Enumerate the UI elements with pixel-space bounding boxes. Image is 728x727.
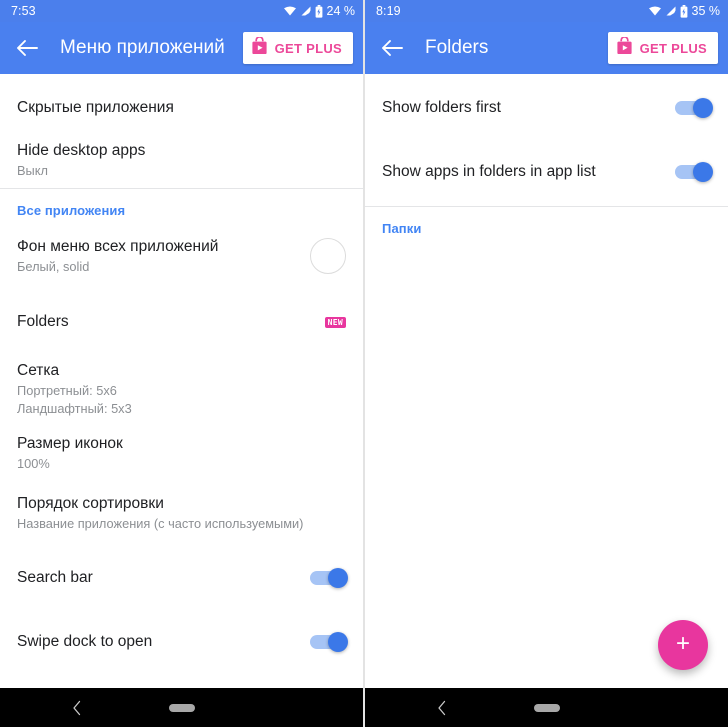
row-subtitle: Название приложения (с часто используемы… xyxy=(17,516,304,532)
right-navigation-bar xyxy=(365,688,728,727)
status-time: 7:53 xyxy=(11,3,36,18)
list-item-all-apps-background[interactable]: Фон меню всех приложений Белый, solid xyxy=(0,228,363,284)
row-title: Folders xyxy=(17,313,69,331)
wifi-icon xyxy=(283,5,297,17)
nav-home-pill[interactable] xyxy=(168,703,195,712)
right-settings-list: Show folders first Show apps in folders … xyxy=(365,74,728,688)
list-item-swipe-dock-to-open[interactable]: Swipe dock to open xyxy=(0,618,363,666)
toggle-show-folders-first[interactable] xyxy=(675,98,713,118)
battery-icon xyxy=(680,4,688,18)
list-item-hide-desktop-apps[interactable]: Hide desktop apps Выкл xyxy=(0,132,363,188)
row-text: Фон меню всех приложений Белый, solid xyxy=(17,237,218,276)
page-title: Меню приложений xyxy=(60,37,225,58)
row-subtitle: 100% xyxy=(17,456,50,472)
nav-home-pill[interactable] xyxy=(533,703,560,712)
toggle-search-bar[interactable] xyxy=(310,568,348,588)
section-header-folders: Папки xyxy=(382,221,422,236)
list-item-hidden-apps[interactable]: Скрытые приложения xyxy=(0,84,363,132)
nav-back-chevron-icon[interactable] xyxy=(72,700,82,716)
status-icon-group: 24 % xyxy=(283,3,356,18)
row-title: Порядок сортировки xyxy=(17,494,164,512)
row-title: Show apps in folders in app list xyxy=(382,163,596,181)
row-gap xyxy=(0,602,363,618)
row-text: Hide desktop apps Выкл xyxy=(17,141,145,180)
right-status-bar: 8:19 35 % xyxy=(365,0,728,22)
left-navigation-bar xyxy=(0,688,363,727)
toggle-show-apps-in-folders[interactable] xyxy=(675,162,713,182)
status-icon-group: 35 % xyxy=(648,3,721,18)
signal-icon xyxy=(300,5,312,17)
row-subtitle: Белый, solid xyxy=(17,259,90,275)
row-text: Folders xyxy=(17,312,69,331)
color-swatch-circle[interactable] xyxy=(310,238,346,274)
battery-percent: 24 % xyxy=(326,3,356,18)
list-item-search-bar[interactable]: Search bar xyxy=(0,554,363,602)
row-text: Show folders first xyxy=(382,98,501,117)
row-text: Search bar xyxy=(17,568,93,587)
signal-icon xyxy=(665,5,677,17)
row-title: Скрытые приложения xyxy=(17,99,174,117)
list-top-spacer xyxy=(365,74,728,84)
row-title: Swipe dock to open xyxy=(17,633,153,651)
toggle-knob xyxy=(328,632,348,652)
row-subtitle: Выкл xyxy=(17,163,48,179)
row-gap xyxy=(0,478,363,488)
get-plus-label: GET PLUS xyxy=(639,40,707,56)
row-gap xyxy=(0,418,363,428)
row-title: Show folders first xyxy=(382,99,501,117)
row-title: Фон меню всех приложений xyxy=(17,237,219,255)
section-header-all-apps: Все приложения xyxy=(17,203,126,218)
dual-screenshot-container: 7:53 24 % Меню приложений GET PLUS Скрыт… xyxy=(0,0,728,727)
list-item-icon-size[interactable]: Размер иконок 100% xyxy=(0,428,363,478)
right-phone-screen: 8:19 35 % Folders GET PLUS Show folders … xyxy=(364,0,728,727)
list-item-grid[interactable]: Сетка Портретный: 5x6 Ландшафтный: 5x3 xyxy=(0,360,363,418)
add-folder-fab[interactable]: + xyxy=(658,620,708,670)
plus-icon: + xyxy=(675,629,690,657)
toggle-knob xyxy=(328,568,348,588)
new-badge: NEW xyxy=(324,316,346,328)
left-app-bar: Меню приложений GET PLUS xyxy=(0,22,363,74)
left-settings-list: Скрытые приложения Hide desktop apps Вык… xyxy=(0,74,363,688)
left-phone-screen: 7:53 24 % Меню приложений GET PLUS Скрыт… xyxy=(0,0,364,727)
right-app-bar: Folders GET PLUS xyxy=(365,22,728,74)
row-text: Порядок сортировки Название приложения (… xyxy=(17,494,303,533)
status-time: 8:19 xyxy=(376,3,401,18)
row-gap xyxy=(0,284,363,300)
row-text: Размер иконок 100% xyxy=(17,434,123,473)
list-item-show-apps-in-folders[interactable]: Show apps in folders in app list xyxy=(365,148,728,196)
row-text: Сетка Портретный: 5x6 Ландшафтный: 5x3 xyxy=(17,361,132,417)
toggle-swipe-dock[interactable] xyxy=(310,632,348,652)
row-gap xyxy=(365,132,728,148)
row-gap xyxy=(0,344,363,360)
page-title: Folders xyxy=(425,37,489,58)
back-arrow-icon[interactable] xyxy=(379,35,405,61)
toggle-knob xyxy=(693,98,713,118)
battery-icon xyxy=(315,4,323,18)
toggle-knob xyxy=(693,162,713,182)
list-item-show-folders-first[interactable]: Show folders first xyxy=(365,84,728,132)
row-text: Swipe dock to open xyxy=(17,632,152,651)
left-status-bar: 7:53 24 % xyxy=(0,0,363,22)
battery-percent: 35 % xyxy=(691,3,721,18)
get-plus-button[interactable]: GET PLUS xyxy=(242,32,353,64)
play-store-bag-icon xyxy=(616,35,633,60)
play-store-bag-icon xyxy=(251,35,268,60)
back-arrow-icon[interactable] xyxy=(14,35,40,61)
nav-back-chevron-icon[interactable] xyxy=(437,700,447,716)
row-gap xyxy=(0,538,363,554)
get-plus-button[interactable]: GET PLUS xyxy=(607,32,718,64)
list-top-spacer xyxy=(0,74,363,84)
row-text: Show apps in folders in app list xyxy=(382,162,596,181)
list-item-sort-order[interactable]: Порядок сортировки Название приложения (… xyxy=(0,488,363,538)
list-item-folders[interactable]: Folders NEW xyxy=(0,300,363,344)
row-title: Размер иконок xyxy=(17,434,123,452)
row-subtitle-landscape: Ландшафтный: 5x3 xyxy=(17,400,132,416)
wifi-icon xyxy=(648,5,662,17)
get-plus-label: GET PLUS xyxy=(274,40,342,56)
row-text: Скрытые приложения xyxy=(17,98,174,117)
row-subtitle-portrait: Портретный: 5x6 xyxy=(17,383,117,399)
row-title: Hide desktop apps xyxy=(17,141,146,159)
row-title: Search bar xyxy=(17,569,93,587)
row-title: Сетка xyxy=(17,362,60,380)
